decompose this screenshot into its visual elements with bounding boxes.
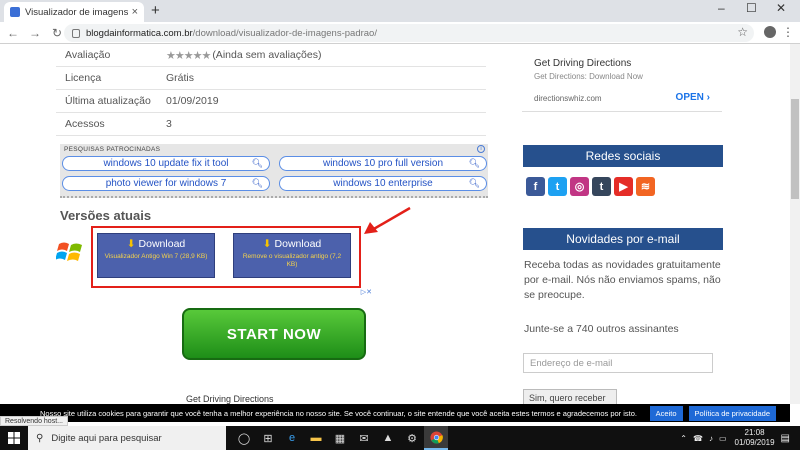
sponsored-header: PESQUISAS PATROCINADAS [64, 146, 161, 153]
address-bar[interactable]: blogdainformatica.com.br/download/visual… [64, 24, 754, 42]
system-tray: ⌃ ☎ ♪ ▭ 21:08 01/09/2019 ▤ [680, 426, 790, 450]
rss-icon[interactable]: ≋ [636, 177, 655, 196]
tab-strip: Visualizador de imagens padrão × + – ☐ ✕ [0, 0, 800, 22]
lock-icon[interactable] [72, 28, 80, 38]
search-icon: 🔍︎ [468, 158, 480, 168]
forward-icon[interactable]: → [26, 26, 44, 40]
taskbar-search[interactable]: ⚲ Digite aqui para pesquisar [28, 426, 226, 450]
download-arrow-icon: ⬇ [126, 238, 136, 250]
close-tab-icon[interactable]: × [132, 6, 138, 18]
start-now-button[interactable]: START NOW [182, 308, 366, 360]
photos-icon[interactable]: ▲ [376, 426, 400, 450]
mail-icon[interactable]: ✉ [352, 426, 376, 450]
new-tab-button[interactable]: + [151, 2, 160, 19]
favicon-icon [10, 7, 20, 17]
twitter-icon[interactable]: t [548, 177, 567, 196]
subscriber-count: Junte-se a 740 outros assinantes [524, 323, 679, 335]
accept-cookies-button[interactable]: Aceito [649, 405, 683, 421]
youtube-icon[interactable]: ▶ [614, 177, 633, 196]
subscribe-button[interactable]: Sim, quero receber [523, 389, 617, 404]
sponsored-pill[interactable]: windows 10 pro full version 🔍︎ [279, 156, 487, 171]
browser-tab[interactable]: Visualizador de imagens padrão × [4, 2, 144, 22]
sponsored-pill[interactable]: windows 10 enterprise 🔍︎ [279, 176, 487, 191]
search-icon: ⚲ [36, 432, 44, 444]
ad-info-icon[interactable]: i [477, 145, 485, 153]
ad-banner[interactable]: ▷✕ START NOW Get Driving Directions [176, 288, 374, 404]
chrome-menu-icon[interactable]: ⋮ [782, 25, 794, 39]
close-window-icon[interactable]: ✕ [776, 1, 786, 15]
edge-icon[interactable]: e [280, 426, 304, 450]
newsletter-widget-title: Novidades por e-mail [523, 228, 723, 250]
taskbar-app-icon[interactable]: ⊞ [256, 426, 280, 450]
table-row: Licença Grátis [56, 67, 486, 90]
download-button-1[interactable]: ⬇ Download Visualizador Antigo Win 7 (28,… [97, 233, 215, 278]
clock[interactable]: 21:08 01/09/2019 [735, 428, 775, 447]
newsletter-text: Receba todas as novidades gratuitamente … [524, 259, 721, 301]
facebook-icon[interactable]: f [526, 177, 545, 196]
tumblr-icon[interactable]: t [592, 177, 611, 196]
search-icon: 🔍︎ [251, 178, 263, 188]
cookie-message: Nosso site utiliza cookies para garantir… [40, 408, 638, 418]
back-icon[interactable]: ← [4, 26, 22, 40]
social-icons: f t ◎ t ▶ ≋ [526, 177, 655, 196]
url-text: blogdainformatica.com.br/download/visual… [86, 27, 377, 39]
ad-open-button[interactable]: OPEN › [676, 92, 710, 103]
network-icon[interactable]: ☎ [693, 434, 703, 443]
tab-title: Visualizador de imagens padrão [25, 6, 128, 18]
start-button[interactable] [0, 426, 28, 450]
sidebar-ad[interactable]: Get Driving Directions Get Directions: D… [522, 44, 722, 112]
page-scrollbar[interactable] [790, 44, 800, 404]
versions-heading: Versões atuais [60, 208, 152, 223]
social-widget-title: Redes sociais [523, 145, 723, 167]
cookie-banner: Nosso site utiliza cookies para garantir… [0, 404, 790, 422]
store-icon[interactable]: ▦ [328, 426, 352, 450]
bookmark-star-icon[interactable]: ☆ [737, 25, 748, 39]
instagram-icon[interactable]: ◎ [570, 177, 589, 196]
chrome-logo-icon [429, 430, 443, 444]
page-content: Avaliação ★★★★★ (Ainda sem avaliações) Li… [0, 44, 790, 404]
download-arrow-icon: ⬇ [262, 238, 272, 250]
task-view-icon[interactable]: ◯ [232, 426, 256, 450]
table-row: Última atualização 01/09/2019 [56, 90, 486, 113]
show-hidden-icons[interactable]: ⌃ [680, 434, 687, 443]
scroll-thumb[interactable] [791, 99, 799, 199]
table-row: Avaliação ★★★★★ (Ainda sem avaliações) [56, 44, 486, 67]
ad-choices-icon[interactable]: ▷✕ [361, 288, 372, 296]
windows-logo-icon [56, 242, 82, 261]
browser-toolbar: ← → ↻ blogdainformatica.com.br/download/… [0, 22, 800, 44]
search-icon: 🔍︎ [251, 158, 263, 168]
annotation-arrow-icon [364, 206, 411, 234]
maximize-icon[interactable]: ☐ [746, 1, 757, 15]
status-bar: Resolvendo host... [0, 416, 68, 426]
download-button-2[interactable]: ⬇ Download Remove o visualizador antigo (… [233, 233, 351, 278]
sponsored-pill[interactable]: photo viewer for windows 7 🔍︎ [62, 176, 270, 191]
search-icon: 🔍︎ [468, 178, 480, 188]
rating-stars-icon[interactable]: ★★★★★ [166, 49, 211, 62]
minimize-icon[interactable]: – [718, 1, 725, 15]
settings-icon[interactable]: ⚙ [400, 426, 424, 450]
windows-start-icon [8, 432, 20, 444]
sponsored-pill[interactable]: windows 10 update fix it tool 🔍︎ [62, 156, 270, 171]
info-table: Avaliação ★★★★★ (Ainda sem avaliações) Li… [56, 44, 486, 136]
chrome-icon[interactable] [424, 426, 448, 450]
table-row: Acessos 3 [56, 113, 486, 136]
email-input[interactable]: Endereço de e-mail [523, 353, 713, 373]
profile-avatar[interactable] [764, 26, 776, 38]
battery-icon[interactable]: ▭ [719, 434, 727, 443]
sponsored-searches: PESQUISAS PATROCINADAS i windows 10 upda… [60, 144, 488, 198]
volume-icon[interactable]: ♪ [709, 434, 713, 443]
notifications-icon[interactable]: ▤ [781, 433, 790, 444]
file-explorer-icon[interactable]: ▬ [304, 426, 328, 450]
privacy-policy-button[interactable]: Política de privacidade [688, 405, 776, 421]
